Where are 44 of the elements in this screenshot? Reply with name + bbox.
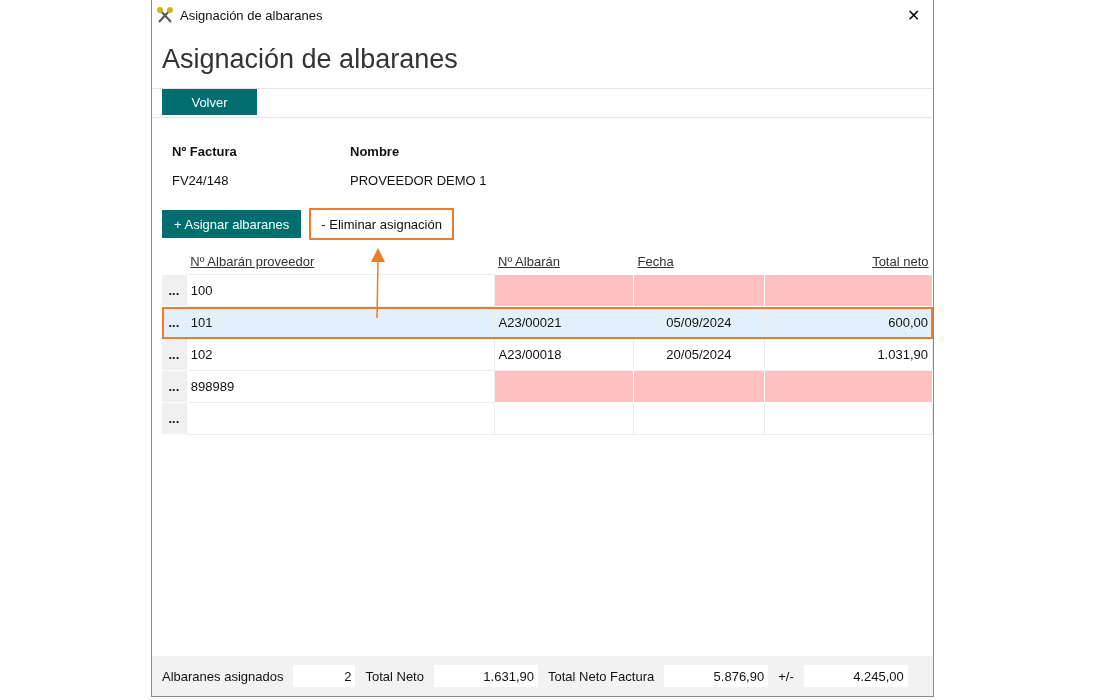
summary-label: Albaranes asignados — [162, 668, 284, 684]
summary-label: +/- — [778, 668, 794, 684]
table-cell: 102 — [186, 338, 495, 371]
field-label: Nombre — [350, 144, 401, 159]
summary-label: Total Neto — [365, 668, 424, 684]
table-row[interactable]: ... — [162, 402, 933, 435]
row-handle[interactable]: ... — [162, 338, 187, 371]
back-button[interactable]: Volver — [162, 89, 257, 115]
summary-label: Total Neto Factura — [547, 668, 655, 684]
column-header[interactable]: Total neto — [764, 248, 933, 275]
field-value: PROVEEDOR DEMO 1 — [350, 173, 488, 188]
column-header[interactable]: Nº Albarán — [494, 248, 634, 275]
table-row[interactable]: ... 898989 — [162, 370, 933, 403]
row-handle[interactable]: ... — [162, 402, 187, 435]
table-cell: 600,00 — [764, 306, 933, 339]
table-cell: A23/00018 — [494, 338, 634, 371]
table-cell: 898989 — [186, 370, 495, 403]
annotation-arrow — [370, 248, 386, 318]
table-cell: 20/05/2024 — [633, 338, 765, 371]
summary-value: 5.876,90 — [664, 665, 769, 687]
remove-button[interactable]: - Eliminar asignación — [311, 210, 452, 238]
table-row[interactable]: ... 102 A23/00018 20/05/2024 1.031,90 — [162, 338, 933, 371]
table-cell: 05/09/2024 — [633, 306, 765, 339]
summary-value: 2 — [293, 665, 356, 687]
page-heading: Asignación de albaranes — [161, 43, 459, 76]
table-row[interactable]: ... 100 — [162, 274, 933, 307]
row-handle[interactable]: ... — [162, 274, 187, 307]
row-handle[interactable]: ... — [162, 370, 187, 403]
summary-value: 4.245,00 — [803, 665, 908, 687]
field-label: Nº Factura — [172, 144, 238, 159]
table-cell: A23/00021 — [494, 306, 634, 339]
field-value: FV24/148 — [172, 173, 230, 188]
close-button[interactable]: ✕ — [893, 0, 933, 30]
window-title: Asignación de albaranes — [180, 7, 324, 23]
assign-button[interactable]: + Asignar albaranes — [162, 210, 302, 238]
column-header[interactable]: Nº Albarán proveedor — [186, 248, 495, 275]
tools-icon — [156, 6, 174, 24]
row-handle[interactable]: ... — [162, 306, 187, 339]
table-cell: 100 — [186, 274, 495, 307]
column-header[interactable]: Fecha — [633, 248, 765, 275]
table-cell: 101 — [186, 306, 495, 339]
highlighted-row[interactable]: ... 101 A23/00021 05/09/2024 600,00 — [162, 306, 933, 339]
summary-value: 1.631,90 — [433, 665, 538, 687]
table-cell: 1.031,90 — [764, 338, 933, 371]
